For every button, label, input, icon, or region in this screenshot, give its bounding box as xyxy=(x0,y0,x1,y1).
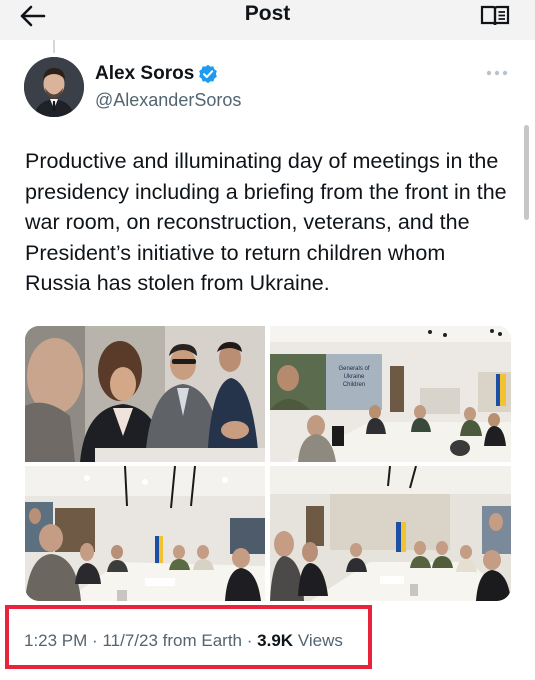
author-handle[interactable]: @AlexanderSoros xyxy=(95,90,241,111)
post-time: 1:23 PM xyxy=(24,631,88,650)
author-name[interactable]: Alex Soros xyxy=(95,63,194,85)
views-label[interactable]: Views xyxy=(298,631,343,650)
views-count[interactable]: 3.9K xyxy=(257,631,293,650)
screen-caption-3: Children xyxy=(343,382,365,388)
verified-badge-icon xyxy=(199,64,217,84)
photo-1[interactable] xyxy=(25,326,265,462)
more-options-icon[interactable] xyxy=(486,70,508,76)
photo-4[interactable] xyxy=(270,466,511,601)
avatar[interactable] xyxy=(24,57,84,117)
photo-3[interactable] xyxy=(25,466,265,601)
open-book-icon[interactable] xyxy=(480,4,510,28)
page-title: Post xyxy=(244,2,291,25)
post-meta: 1:23 PM · 11/7/23 from Earth · 3.9K View… xyxy=(24,631,343,651)
media-grid: Generals of Ukraine Children xyxy=(25,326,511,601)
screen-caption-2: Ukraine xyxy=(344,374,365,380)
meta-separator: · xyxy=(246,631,253,650)
photo-2[interactable]: Generals of Ukraine Children xyxy=(270,326,511,462)
thread-connector-line xyxy=(53,40,55,53)
tweet-text: Productive and illuminating day of meeti… xyxy=(25,149,507,295)
top-bar: Post xyxy=(0,0,535,40)
scrollbar[interactable] xyxy=(524,125,529,220)
post-date: 11/7/23 xyxy=(102,631,158,650)
screen-caption-1: Generals of xyxy=(338,366,369,372)
meta-separator: · xyxy=(92,631,98,650)
post-source: from Earth xyxy=(162,631,243,650)
